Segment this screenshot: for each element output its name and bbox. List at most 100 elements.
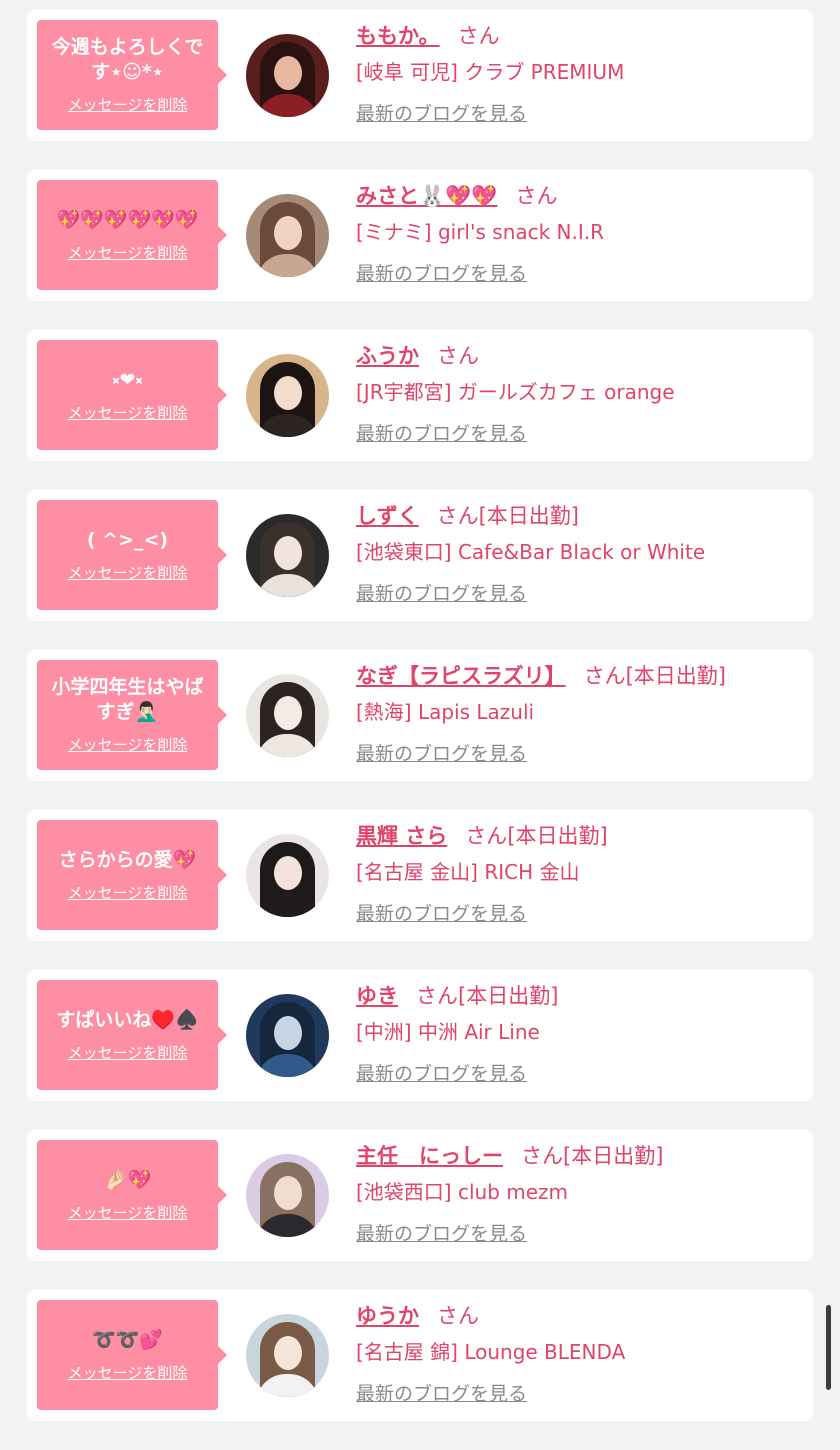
message-text: 🤌🏻💖	[103, 1168, 152, 1191]
scrollbar[interactable]	[826, 1305, 831, 1390]
message-card: 小学四年生はやば すぎ🤦🏻‍♂️ メッセージを削除 なぎ【ラピスラズリ】 さん[本日出…	[27, 650, 813, 781]
shop-name: [熱海] Lapis Lazuli	[356, 700, 535, 724]
message-card: 💖💖💖💖💖💖 メッセージを削除 みさと🐰💖💖 さん [ミナミ] girl's snack…	[27, 170, 813, 301]
message-bubble: ༝❤︎༝ メッセージを削除	[37, 340, 227, 450]
message-card: 今週もよろしくで す⋆☺︎*⋆ メッセージを削除 ももか。 さん [岐阜 可児] クラブ…	[27, 10, 813, 141]
latest-blog-link[interactable]: 最新のブログを見る	[356, 422, 527, 446]
latest-blog-link[interactable]: 最新のブログを見る	[356, 1062, 527, 1086]
avatar[interactable]	[246, 834, 329, 917]
shop-name: [名古屋 金山] RICH 金山	[356, 860, 580, 884]
honorific: さん	[436, 504, 479, 528]
avatar[interactable]	[246, 514, 329, 597]
cast-name-link[interactable]: ゆうか	[356, 1304, 419, 1328]
avatar-face-shape	[274, 216, 302, 250]
avatar[interactable]	[246, 354, 329, 437]
message-bubble: 🤌🏻💖 メッセージを削除	[37, 1140, 227, 1250]
shop-name: [岐阜 可児] クラブ PREMIUM	[356, 60, 625, 84]
shop-name: [池袋東口] Cafe&Bar Black or White	[356, 540, 706, 564]
name-row: 主任 にっしー さん[本日出勤]	[356, 1143, 663, 1169]
avatar-face-shape	[274, 1336, 302, 1370]
delete-message-link[interactable]: メッセージを削除	[68, 94, 188, 115]
on-duty-badge: [本日出勤]	[478, 504, 579, 528]
message-bubble: すぱいいね♥️♠️ メッセージを削除	[37, 980, 227, 1090]
avatar-face-shape	[274, 536, 302, 570]
message-list: 今週もよろしくで す⋆☺︎*⋆ メッセージを削除 ももか。 さん [岐阜 可児] クラブ…	[27, 10, 813, 1450]
honorific: さん	[583, 664, 626, 688]
shop-name: [ミナミ] girl's snack N.I.R	[356, 220, 605, 244]
message-text: ༝❤︎༝	[112, 368, 143, 391]
message-bubble: 今週もよろしくで す⋆☺︎*⋆ メッセージを削除	[37, 20, 227, 130]
message-bubble: 💖💖💖💖💖💖 メッセージを削除	[37, 180, 227, 290]
name-row: しずく さん[本日出勤]	[356, 503, 579, 529]
message-text: ( ^>_<)	[86, 528, 169, 551]
delete-message-link[interactable]: メッセージを削除	[68, 1362, 188, 1383]
cast-name-link[interactable]: みさと🐰💖💖	[356, 184, 497, 208]
avatar[interactable]	[246, 994, 329, 1077]
on-duty-badge: [本日出勤]	[507, 824, 608, 848]
message-bubble: 小学四年生はやば すぎ🤦🏻‍♂️ メッセージを削除	[37, 660, 227, 770]
cast-name-link[interactable]: ゆき	[356, 984, 398, 1008]
delete-message-link[interactable]: メッセージを削除	[68, 882, 188, 903]
avatar-face-shape	[274, 696, 302, 730]
on-duty-badge: [本日出勤]	[458, 984, 559, 1008]
cast-name-link[interactable]: ふうか	[356, 344, 419, 368]
delete-message-link[interactable]: メッセージを削除	[68, 1202, 188, 1223]
shop-name: [JR宇都宮] ガールズカフェ orange	[356, 380, 675, 404]
avatar[interactable]	[246, 1314, 329, 1397]
message-bubble: ➰➰💕 メッセージを削除	[37, 1300, 227, 1410]
honorific: さん	[437, 1304, 479, 1328]
message-text: ➰➰💕	[92, 1328, 163, 1351]
shop-name: [中洲] 中洲 Air Line	[356, 1020, 540, 1044]
delete-message-link[interactable]: メッセージを削除	[68, 242, 188, 263]
cast-name-link[interactable]: ももか。	[356, 24, 440, 48]
delete-message-link[interactable]: メッセージを削除	[68, 562, 188, 583]
message-bubble: さらからの愛💖 メッセージを削除	[37, 820, 227, 930]
message-card: ( ^>_<) メッセージを削除 しずく さん[本日出勤] [池袋東口] Cafe&Ba…	[27, 490, 813, 621]
shop-name: [池袋西口] club mezm	[356, 1180, 569, 1204]
name-row: ゆうか さん	[356, 1303, 479, 1329]
cast-name-link[interactable]: なぎ【ラピスラズリ】	[356, 664, 566, 688]
latest-blog-link[interactable]: 最新のブログを見る	[356, 742, 527, 766]
avatar-face-shape	[274, 1176, 302, 1210]
cast-name-link[interactable]: 主任 にっしー	[356, 1144, 503, 1168]
honorific: さん	[416, 984, 458, 1008]
honorific: さん	[465, 824, 508, 848]
avatar-face-shape	[274, 56, 302, 90]
avatar-face-shape	[274, 1016, 302, 1050]
avatar[interactable]	[246, 674, 329, 757]
avatar[interactable]	[246, 34, 329, 117]
honorific: さん	[515, 184, 558, 208]
latest-blog-link[interactable]: 最新のブログを見る	[356, 1222, 527, 1246]
cast-name-link[interactable]: 黒輝 さら	[356, 824, 447, 848]
avatar[interactable]	[246, 194, 329, 277]
latest-blog-link[interactable]: 最新のブログを見る	[356, 1382, 527, 1406]
message-card: ➰➰💕 メッセージを削除 ゆうか さん [名古屋 錦] Lounge BLENDA 最新の…	[27, 1290, 813, 1421]
delete-message-link[interactable]: メッセージを削除	[68, 1042, 188, 1063]
message-text: さらからの愛💖	[58, 848, 197, 871]
honorific: さん	[457, 24, 500, 48]
message-text: 小学四年生はやば すぎ🤦🏻‍♂️	[51, 676, 204, 723]
message-card: さらからの愛💖 メッセージを削除 黒輝 さら さん[本日出勤] [名古屋 金山] RIC…	[27, 810, 813, 941]
name-row: ももか。 さん	[356, 23, 500, 49]
honorific: さん	[437, 344, 479, 368]
message-text: 💖💖💖💖💖💖	[56, 208, 199, 231]
latest-blog-link[interactable]: 最新のブログを見る	[356, 262, 527, 286]
message-card: ༝❤︎༝ メッセージを削除 ふうか さん [JR宇都宮] ガールズカフェ orange 最…	[27, 330, 813, 461]
honorific: さん	[521, 1144, 563, 1168]
on-duty-badge: [本日出勤]	[563, 1144, 664, 1168]
avatar-face-shape	[274, 376, 302, 410]
delete-message-link[interactable]: メッセージを削除	[68, 402, 188, 423]
avatar[interactable]	[246, 1154, 329, 1237]
latest-blog-link[interactable]: 最新のブログを見る	[356, 582, 527, 606]
cast-name-link[interactable]: しずく	[356, 504, 419, 528]
latest-blog-link[interactable]: 最新のブログを見る	[356, 902, 527, 926]
message-text: すぱいいね♥️♠️	[56, 1008, 199, 1031]
message-card: すぱいいね♥️♠️ メッセージを削除 ゆき さん[本日出勤] [中洲] 中洲 Air L…	[27, 970, 813, 1101]
latest-blog-link[interactable]: 最新のブログを見る	[356, 102, 527, 126]
delete-message-link[interactable]: メッセージを削除	[68, 734, 188, 755]
name-row: ゆき さん[本日出勤]	[356, 983, 558, 1009]
name-row: 黒輝 さら さん[本日出勤]	[356, 823, 608, 849]
message-bubble: ( ^>_<) メッセージを削除	[37, 500, 227, 610]
message-card: 🤌🏻💖 メッセージを削除 主任 にっしー さん[本日出勤] [池袋西口] club me…	[27, 1130, 813, 1261]
name-row: なぎ【ラピスラズリ】 さん[本日出勤]	[356, 663, 726, 689]
